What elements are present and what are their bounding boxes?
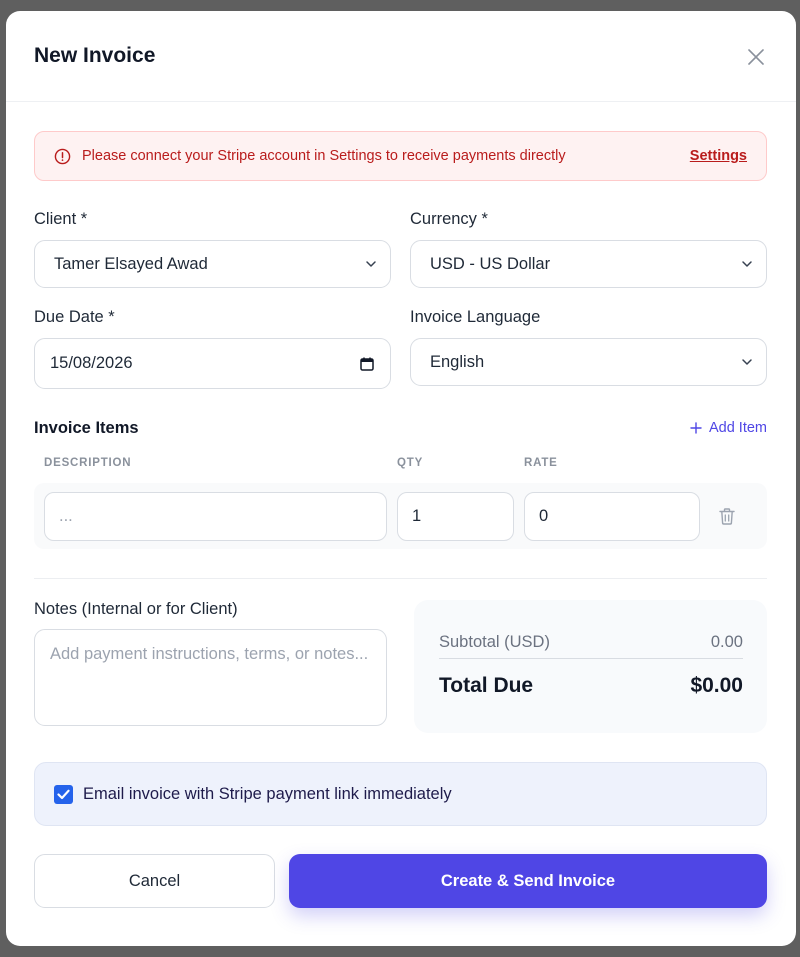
chevron-down-icon xyxy=(742,261,752,267)
trash-icon[interactable] xyxy=(718,507,736,526)
client-value: Tamer Elsayed Awad xyxy=(54,254,208,273)
chevron-down-icon xyxy=(366,261,376,267)
email-invoice-checkbox[interactable] xyxy=(54,784,73,804)
invoice-language-value: English xyxy=(430,352,485,371)
summary-divider xyxy=(439,658,743,659)
column-header-description: DESCRIPTION xyxy=(44,457,132,469)
currency-label: Currency * xyxy=(410,210,488,228)
notes-textarea[interactable]: Add payment instructions, terms, or note… xyxy=(34,629,387,726)
column-header-rate: RATE xyxy=(524,457,558,469)
email-invoice-option: Email invoice with Stripe payment link i… xyxy=(34,762,767,826)
invoice-items-title: Invoice Items xyxy=(34,419,139,437)
due-date-label: Due Date * xyxy=(34,308,115,326)
client-select[interactable]: Tamer Elsayed Awad xyxy=(34,240,391,288)
add-item-label: Add Item xyxy=(708,420,767,436)
invoice-item-row: ... 1 0 xyxy=(34,483,767,549)
item-qty-input[interactable]: 1 xyxy=(397,492,514,541)
due-date-input[interactable]: 15/08/2026 xyxy=(34,338,391,389)
new-invoice-modal: New Invoice Please connect your Stripe a… xyxy=(6,11,796,946)
invoice-summary: Subtotal (USD) 0.00 Total Due $0.00 xyxy=(414,600,767,733)
section-divider xyxy=(34,578,767,579)
modal-title: New Invoice xyxy=(34,44,156,67)
subtotal-label: Subtotal (USD) xyxy=(439,633,550,651)
invoice-language-select[interactable]: English xyxy=(410,338,767,386)
settings-link[interactable]: Settings xyxy=(690,148,747,164)
cancel-button[interactable]: Cancel xyxy=(34,854,275,908)
currency-select[interactable]: USD - US Dollar xyxy=(410,240,767,288)
column-header-qty: QTY xyxy=(397,457,424,469)
calendar-icon[interactable] xyxy=(359,356,375,372)
chevron-down-icon xyxy=(742,359,752,365)
create-send-invoice-button[interactable]: Create & Send Invoice xyxy=(289,854,767,908)
check-icon xyxy=(57,789,70,799)
invoice-language-label: Invoice Language xyxy=(410,308,541,326)
plus-icon xyxy=(690,422,702,434)
subtotal-value: 0.00 xyxy=(710,633,743,651)
notes-label: Notes (Internal or for Client) xyxy=(34,600,238,618)
alert-circle-icon xyxy=(54,148,71,164)
stripe-alert: Please connect your Stripe account in Se… xyxy=(34,131,767,181)
alert-message: Please connect your Stripe account in Se… xyxy=(82,148,566,164)
currency-value: USD - US Dollar xyxy=(430,254,551,273)
item-description-input[interactable]: ... xyxy=(44,492,387,541)
close-icon xyxy=(748,49,764,65)
client-label: Client * xyxy=(34,210,88,228)
total-row: Total Due $0.00 xyxy=(439,674,743,698)
total-label: Total Due xyxy=(439,674,534,697)
due-date-value: 15/08/2026 xyxy=(50,354,133,372)
email-invoice-label[interactable]: Email invoice with Stripe payment link i… xyxy=(83,785,452,804)
item-rate-input[interactable]: 0 xyxy=(524,492,700,541)
total-value: $0.00 xyxy=(690,674,743,697)
close-button[interactable] xyxy=(744,45,768,69)
add-item-button[interactable]: Add Item xyxy=(690,420,767,436)
modal-header: New Invoice xyxy=(6,11,796,102)
subtotal-row: Subtotal (USD) 0.00 xyxy=(439,633,743,652)
